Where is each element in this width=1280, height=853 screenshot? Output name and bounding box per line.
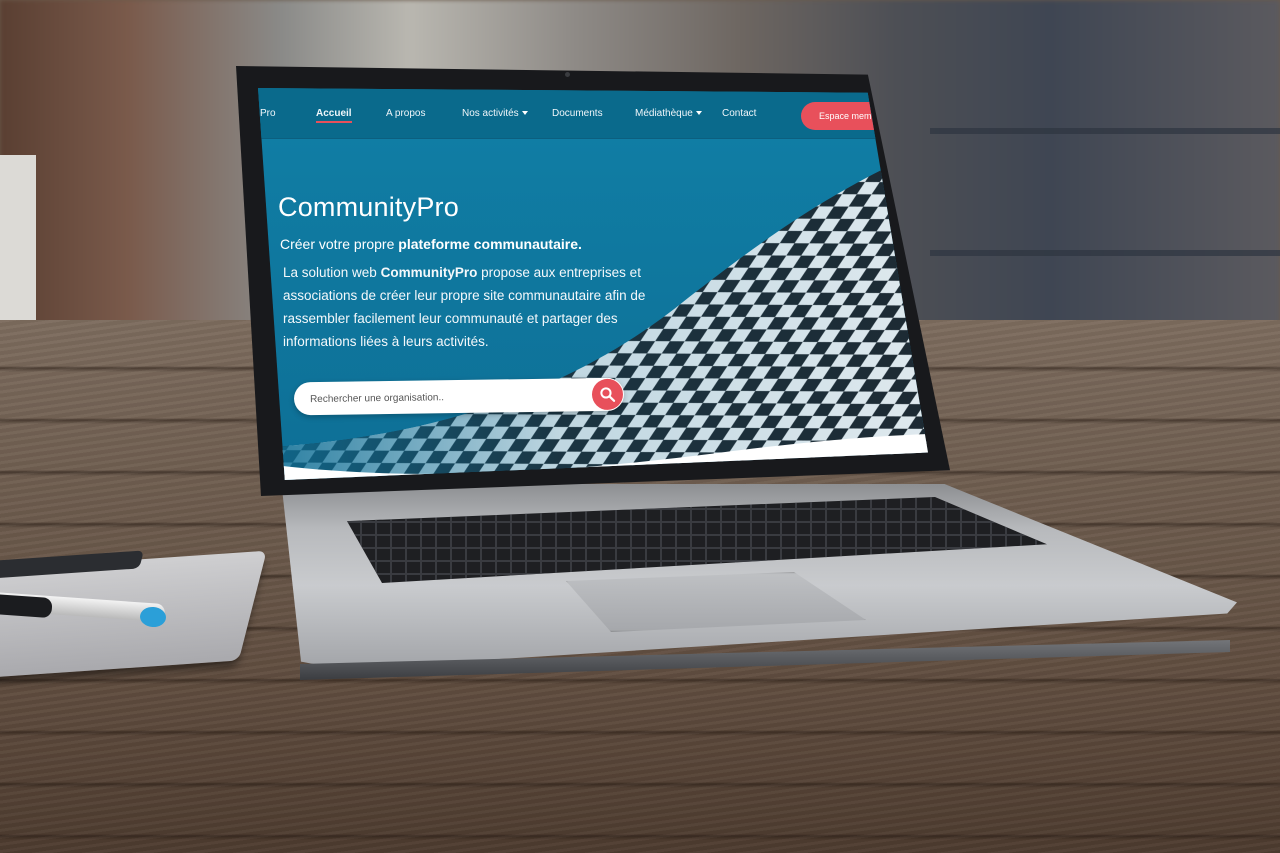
laptop-screen: Pro Accueil A propos Nos activités Docum… [258,88,928,480]
chevron-down-icon [695,111,702,116]
hero-tagline: Créer votre propre plateforme communauta… [280,236,582,252]
description-text: La solution web [283,265,381,280]
nav-item-accueil[interactable]: Accueil [316,108,352,123]
nav-item-nos-activites[interactable]: Nos activités [462,108,528,119]
search-button[interactable] [591,378,624,411]
tagline-text: Créer votre propre [280,236,399,252]
organisation-search-bar [293,377,625,416]
nav-item-label: Médiathèque [635,108,693,119]
description-brand: CommunityPro [380,265,478,280]
hero-description: La solution web CommunityPro propose aux… [283,261,678,353]
tagline-emphasis: plateforme communautaire. [398,236,582,252]
nav-item-label: Nos activités [462,108,519,119]
search-input[interactable] [307,386,583,410]
search-icon [600,387,616,402]
background-shelf [930,250,1280,256]
chevron-down-icon [521,111,528,116]
background-wall-panel [0,155,36,345]
background-shelf [930,128,1280,134]
nav-item-mediatheque[interactable]: Médiathèque [635,108,702,119]
stylus-grip [0,593,53,619]
brand-logo-text[interactable]: Pro [260,108,276,119]
webcam [565,72,570,77]
nav-item-contact[interactable]: Contact [722,108,756,119]
hero-title: CommunityPro [278,192,459,222]
nav-item-documents[interactable]: Documents [552,108,603,119]
top-navbar: Pro Accueil A propos Nos activités Docum… [258,88,928,139]
nav-item-a-propos[interactable]: A propos [386,108,425,119]
